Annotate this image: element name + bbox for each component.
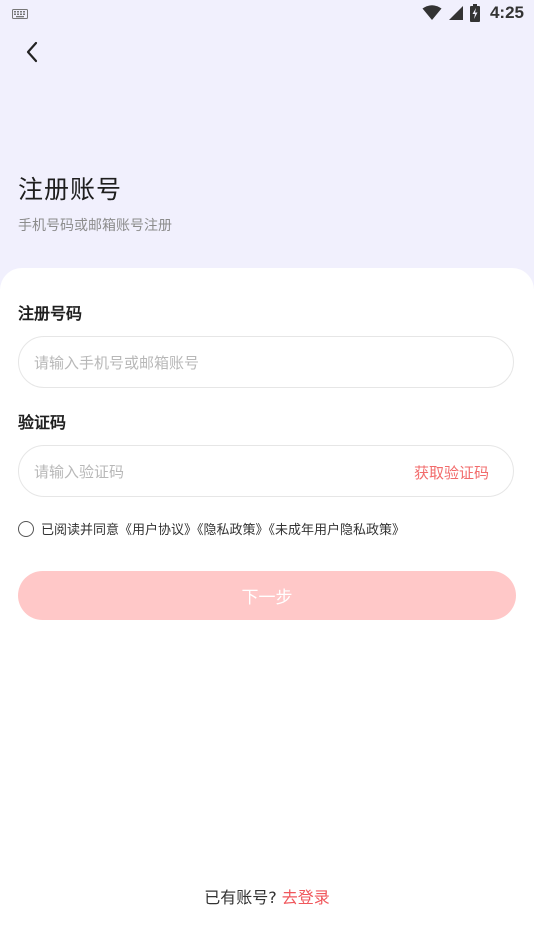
- login-prompt: 已有账号? 去登录: [0, 884, 534, 908]
- phone-input[interactable]: [32, 337, 396, 389]
- agreement-prefix: 已阅读并同意: [41, 523, 120, 538]
- code-input[interactable]: [32, 446, 396, 498]
- minor-privacy-policy-link[interactable]: 《未成年用户隐私政策》: [269, 523, 406, 538]
- code-label: 验证码: [18, 413, 67, 432]
- status-bar: 4:25: [0, 0, 534, 28]
- get-code-button[interactable]: 获取验证码: [414, 462, 489, 483]
- register-form-card: 注册号码 验证码 获取验证码 已阅读并同意《用户协议》《隐私政策》《未成年用户隐…: [0, 268, 534, 950]
- page-subtitle: 手机号码或邮箱账号注册: [18, 218, 172, 234]
- wifi-icon: [422, 5, 442, 20]
- chevron-left-icon: [26, 41, 38, 63]
- battery-icon: [469, 4, 480, 22]
- privacy-policy-link[interactable]: 《隐私政策》: [197, 523, 269, 538]
- phone-label: 注册号码: [18, 304, 83, 323]
- agreement-row: 已阅读并同意《用户协议》《隐私政策》《未成年用户隐私政策》: [18, 519, 405, 538]
- agreement-text: 已阅读并同意《用户协议》《隐私政策》《未成年用户隐私政策》: [41, 519, 405, 538]
- agreement-checkbox[interactable]: [18, 520, 34, 537]
- code-input-box[interactable]: 获取验证码: [18, 445, 514, 498]
- phone-input-box[interactable]: [18, 336, 514, 389]
- back-button[interactable]: [18, 38, 46, 66]
- have-account-text: 已有账号?: [204, 888, 277, 907]
- keyboard-icon: [12, 9, 28, 19]
- user-agreement-link[interactable]: 《用户协议》: [119, 523, 197, 538]
- page-title: 注册账号: [18, 175, 123, 204]
- status-time: 4:25: [489, 3, 524, 22]
- signal-icon: [448, 6, 463, 20]
- next-step-button[interactable]: 下一步: [18, 571, 516, 620]
- go-login-link[interactable]: 去登录: [282, 888, 330, 907]
